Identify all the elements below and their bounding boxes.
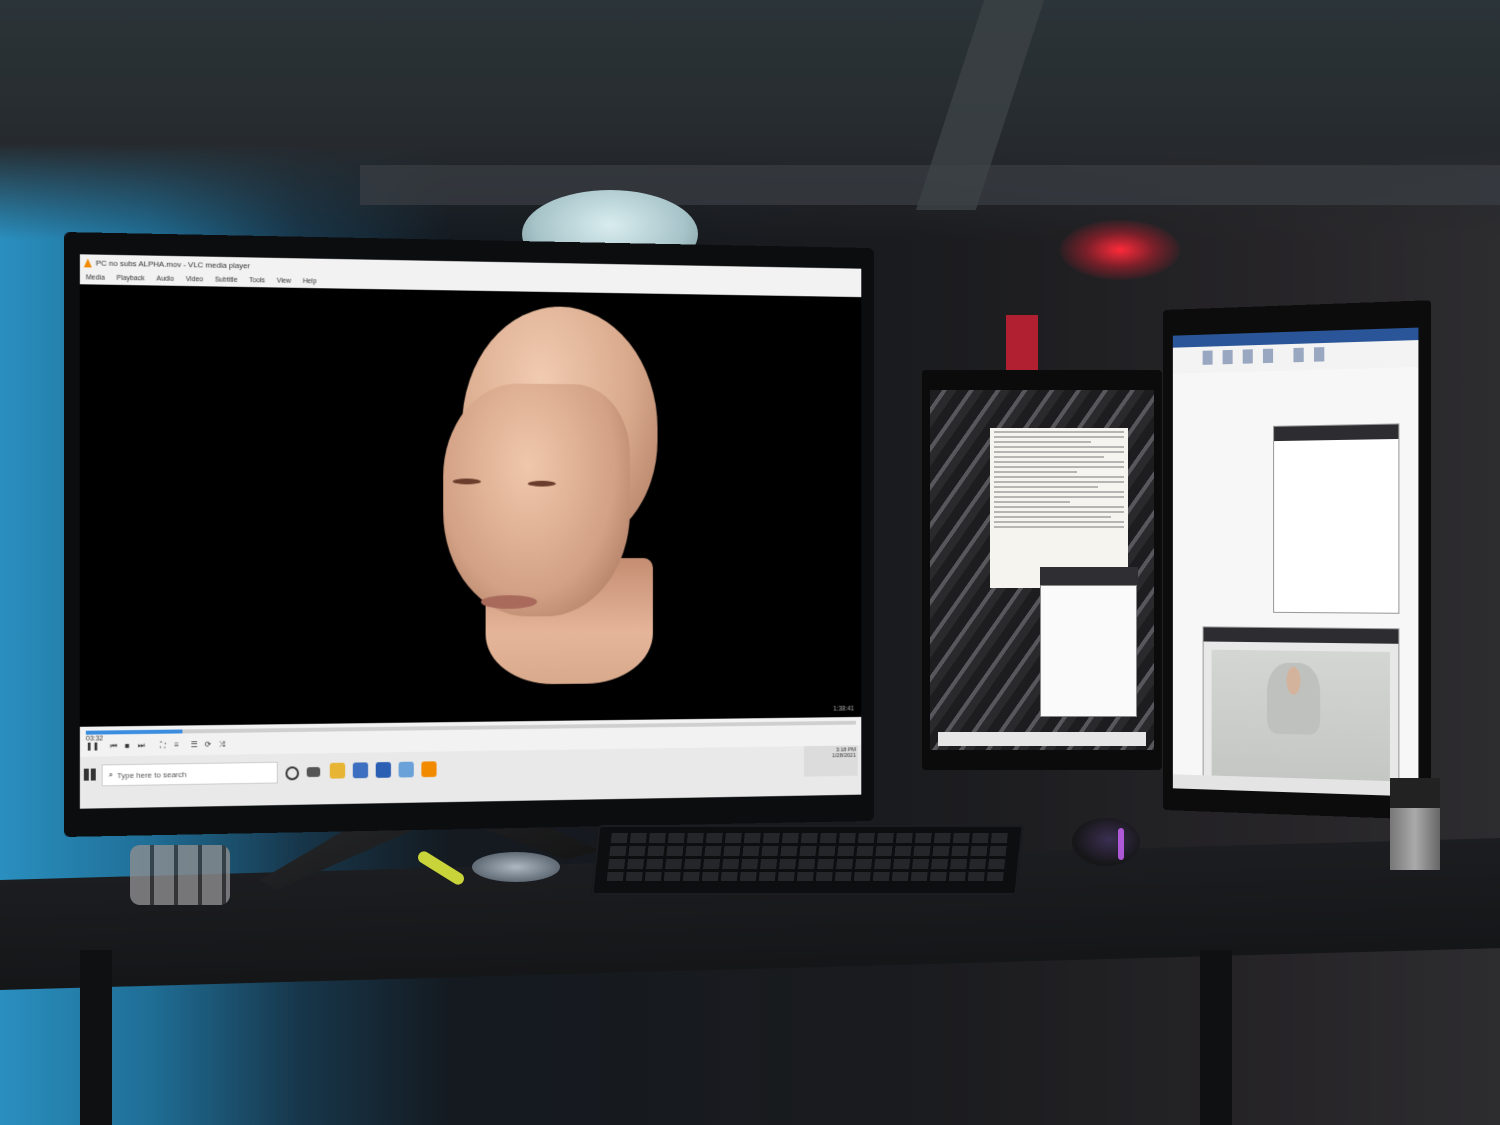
desk-leg — [1200, 950, 1232, 1125]
keyboard — [591, 825, 1024, 895]
remaining-time: 1:38:41 — [833, 705, 855, 713]
taskbar-search-box[interactable]: ⌕ Type here to search — [101, 761, 278, 787]
seek-bar-fill — [85, 729, 183, 735]
word-ribbon — [1172, 327, 1419, 374]
search-placeholder: Type here to search — [117, 769, 187, 780]
photo-preview — [1211, 649, 1390, 787]
vlc-taskbar-icon[interactable] — [421, 761, 437, 778]
drawing-viewer-window[interactable] — [1273, 423, 1400, 614]
fullscreen-icon[interactable]: ⛶ — [157, 740, 169, 751]
person-figure — [1266, 662, 1321, 735]
batteries — [130, 845, 230, 905]
photo-viewer-toolbar — [1203, 627, 1399, 644]
shuffle-icon[interactable]: ⤨ — [216, 739, 228, 750]
drawing-viewer-toolbar — [1274, 424, 1399, 442]
menu-video[interactable]: Video — [186, 276, 203, 283]
red-exit-sign — [1006, 315, 1038, 370]
head-eye — [452, 478, 481, 485]
video-area[interactable] — [79, 284, 862, 727]
ribbon-icon[interactable] — [1222, 349, 1233, 365]
head-mouth — [480, 595, 538, 609]
red-light-glow — [1060, 220, 1180, 280]
desk-leg — [80, 950, 112, 1125]
menu-playback[interactable]: Playback — [117, 274, 145, 281]
task-view-icon[interactable] — [306, 767, 321, 778]
middle-taskbar — [938, 732, 1146, 746]
file-explorer-icon[interactable] — [329, 762, 346, 779]
menu-view[interactable]: View — [277, 277, 292, 284]
next-icon[interactable]: ⏭ — [135, 740, 147, 751]
photos-icon[interactable] — [352, 762, 369, 779]
menu-audio[interactable]: Audio — [156, 275, 174, 282]
search-icon: ⌕ — [108, 770, 114, 780]
menu-subtitle[interactable]: Subtitle — [215, 276, 238, 283]
ribbon-icon[interactable] — [1313, 347, 1325, 362]
ribbon-icon[interactable] — [1293, 347, 1304, 363]
cortana-icon[interactable] — [285, 766, 300, 781]
gaming-mouse — [1072, 818, 1140, 866]
desk-device-top — [1390, 778, 1440, 808]
main-monitor: PC no subs ALPHA.mov - VLC media player … — [64, 232, 874, 837]
sketch-image-window[interactable] — [1040, 585, 1137, 717]
windows-start-icon[interactable] — [83, 768, 96, 781]
menu-media[interactable]: Media — [86, 274, 105, 281]
right-screen — [1172, 327, 1419, 797]
windows-taskbar: ⌕ Type here to search 3:18 PM 1/28/2021 — [79, 745, 862, 809]
mouse-led — [1118, 828, 1124, 860]
photo-scene: PC no subs ALPHA.mov - VLC media player … — [0, 0, 1500, 1125]
app-icon[interactable] — [398, 761, 414, 778]
right-monitor — [1163, 300, 1432, 820]
system-tray: 3:18 PM 1/28/2021 — [803, 745, 858, 777]
menu-help[interactable]: Help — [303, 278, 317, 285]
vlc-window-title: PC no subs ALPHA.mov - VLC media player — [95, 258, 251, 270]
head-face — [443, 382, 630, 617]
pause-icon[interactable]: ❚❚ — [86, 741, 99, 752]
taskbar-clock-date: 1/28/2021 — [832, 753, 856, 760]
ribbon-icon[interactable] — [1202, 350, 1213, 365]
main-screen: PC no subs ALPHA.mov - VLC media player … — [79, 254, 862, 809]
previous-icon[interactable]: ⏮ — [108, 740, 120, 751]
loop-icon[interactable]: ⟳ — [202, 739, 214, 750]
ribbon-icon[interactable] — [1242, 349, 1253, 364]
playlist-icon[interactable]: ☰ — [188, 739, 200, 750]
menu-tools[interactable]: Tools — [249, 277, 265, 284]
word-icon[interactable] — [375, 762, 391, 778]
text-document-window[interactable] — [990, 428, 1128, 588]
vlc-cone-icon — [83, 257, 92, 267]
glass-lens — [472, 852, 560, 882]
stop-icon[interactable]: ■ — [121, 740, 133, 751]
keyboard-keys — [606, 833, 1009, 881]
photo-viewer-window[interactable] — [1202, 626, 1400, 796]
sketch-viewer-toolbar[interactable] — [1040, 567, 1138, 585]
rendered-3d-head — [443, 305, 658, 685]
extended-settings-icon[interactable]: ≡ — [171, 739, 183, 750]
head-eye — [527, 480, 556, 487]
ribbon-icon[interactable] — [1262, 348, 1274, 364]
